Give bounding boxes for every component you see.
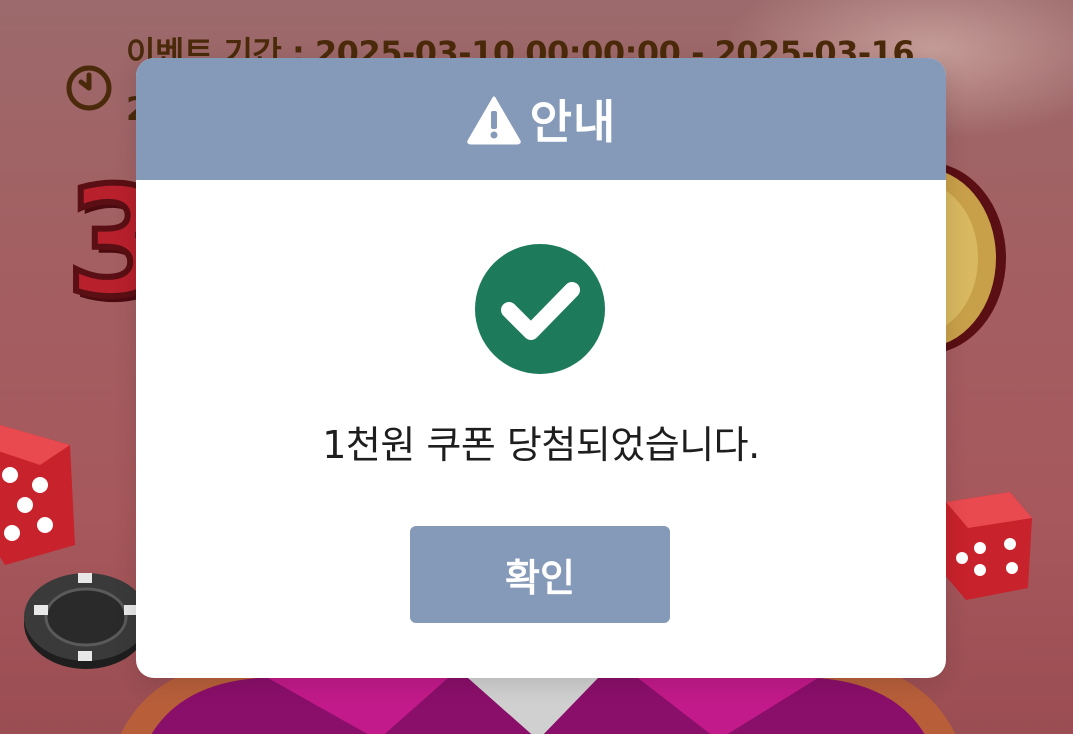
modal-title: 안내 xyxy=(529,95,617,149)
notice-modal: 안내 1천원 쿠폰 당첨되었습니다. 확인 xyxy=(136,58,946,678)
check-circle-icon xyxy=(475,244,605,374)
timer-icon xyxy=(66,65,112,111)
dice-icon xyxy=(0,425,75,565)
dice-icon xyxy=(944,492,1032,600)
modal-message: 1천원 쿠폰 당첨되었습니다. xyxy=(322,423,760,467)
confirm-button[interactable]: 확인 xyxy=(410,526,670,623)
modal-header: 안내 xyxy=(136,58,946,180)
casino-chip-icon xyxy=(24,573,148,669)
warning-triangle-icon xyxy=(466,96,521,145)
